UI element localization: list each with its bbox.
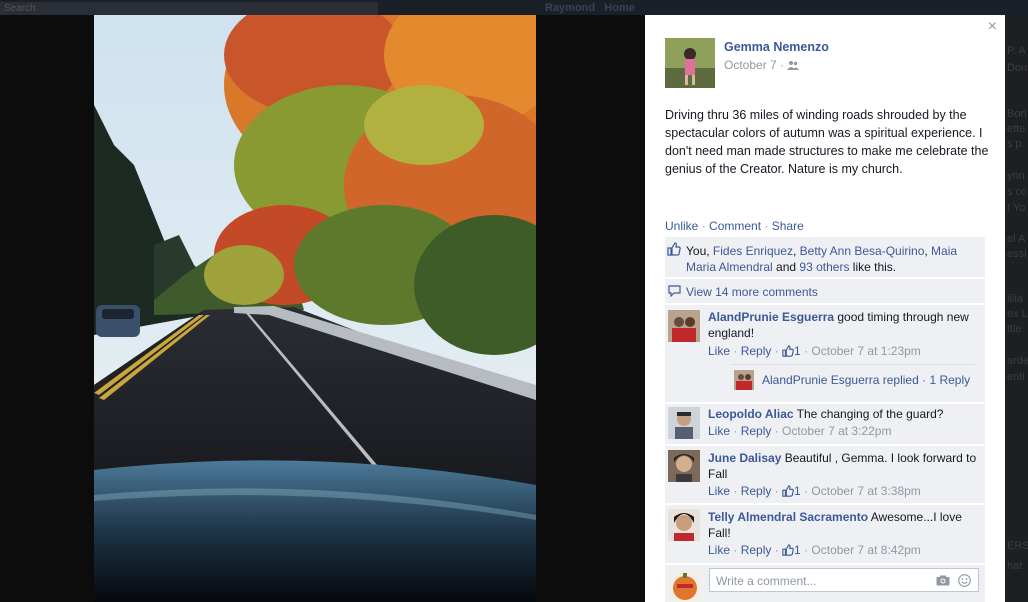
comment-text: The changing of the guard? xyxy=(793,407,944,421)
commenter-avatar[interactable] xyxy=(668,310,700,342)
post-author[interactable]: Gemma Nemenzo xyxy=(724,40,829,54)
thumbs-up-icon[interactable] xyxy=(782,544,794,556)
comment-time[interactable]: October 7 at 8:42pm xyxy=(811,543,920,557)
likes-and: and xyxy=(772,260,800,274)
comment-link[interactable]: Comment xyxy=(709,219,761,233)
comment-reply-link[interactable]: Reply xyxy=(741,543,772,557)
liker-link[interactable]: Fides Enriquez xyxy=(713,244,793,258)
emoji-icon[interactable] xyxy=(958,574,971,590)
camera-icon[interactable] xyxy=(936,575,950,589)
comment-item: AlandPrunie Esguerra good timing through… xyxy=(665,305,985,402)
commenter-avatar[interactable] xyxy=(668,450,700,482)
post-date: October 7 · xyxy=(724,58,800,72)
commenter-name[interactable]: AlandPrunie Esguerra xyxy=(708,310,834,324)
commenter-avatar[interactable] xyxy=(668,407,700,439)
background-right-column: P. A Don Bon ette s p ynn s co t Yo el Aessi … xyxy=(1005,15,1028,602)
background-search-text: Search xyxy=(4,3,36,14)
comment-meta: Like · Reply · 1 · October 7 at 1:23pm xyxy=(708,344,921,358)
comment-meta: Like · Reply · 1 · October 7 at 3:38pm xyxy=(708,484,921,498)
comment-time[interactable]: October 7 at 3:38pm xyxy=(811,484,920,498)
liker-link[interactable]: Betty Ann Besa-Quirino xyxy=(800,244,925,258)
commenter-avatar[interactable] xyxy=(668,509,700,541)
comment-like-link[interactable]: Like xyxy=(708,344,730,358)
write-comment-row: Write a comment... xyxy=(665,565,985,602)
comment-bubble-icon xyxy=(668,285,681,300)
commenter-name[interactable]: June Dalisay xyxy=(708,451,781,465)
background-nav-user: Raymond xyxy=(545,2,596,14)
comment-reply-link[interactable]: Reply xyxy=(741,344,772,358)
comment-reply-link[interactable]: Reply xyxy=(741,484,772,498)
friends-icon[interactable] xyxy=(787,60,800,70)
comment-input[interactable]: Write a comment... xyxy=(709,568,979,592)
comment-like-link[interactable]: Like xyxy=(708,424,730,438)
comment-input-placeholder: Write a comment... xyxy=(716,574,817,588)
post-text: Driving thru 36 miles of winding roads s… xyxy=(665,108,989,176)
replies-count[interactable]: 1 Reply xyxy=(929,373,970,387)
background-search-bar: Search xyxy=(0,2,378,15)
post-actions: Unlike · Comment · Share xyxy=(665,219,804,233)
comment-body: Telly Almendral Sacramento Awesome...I l… xyxy=(708,509,978,541)
likes-you: You, xyxy=(686,244,713,258)
post-photo[interactable] xyxy=(94,15,536,602)
comment-item: Telly Almendral Sacramento Awesome...I l… xyxy=(665,505,985,563)
likes-summary: You, Fides Enriquez, Betty Ann Besa-Quir… xyxy=(665,237,985,277)
likes-text: You, Fides Enriquez, Betty Ann Besa-Quir… xyxy=(686,243,976,275)
comment-item: June Dalisay Beautiful , Gemma. I look f… xyxy=(665,446,985,503)
action-separator: · xyxy=(764,219,769,233)
background-nav: Raymond Home xyxy=(545,2,635,14)
thumbs-up-icon xyxy=(667,242,681,259)
close-icon[interactable]: × xyxy=(988,18,997,36)
author-avatar[interactable] xyxy=(665,38,715,88)
comment-body: June Dalisay Beautiful , Gemma. I look f… xyxy=(708,450,978,482)
current-user-avatar xyxy=(669,569,701,601)
thumbs-up-icon[interactable] xyxy=(782,345,794,357)
comment-like-count[interactable]: 1 xyxy=(794,484,801,498)
post-date-text[interactable]: October 7 xyxy=(724,58,777,72)
likes-suffix: like this. xyxy=(849,260,897,274)
comment-body: AlandPrunie Esguerra good timing through… xyxy=(708,309,978,341)
comment-meta: Like · Reply · 1 · October 7 at 8:42pm xyxy=(708,543,921,557)
replies-sep: · xyxy=(918,373,930,387)
comment-body: Leopoldo Aliac The changing of the guard… xyxy=(708,406,978,422)
date-separator: · xyxy=(780,58,785,72)
view-more-comments[interactable]: View 14 more comments xyxy=(665,279,985,303)
comment-time[interactable]: October 7 at 1:23pm xyxy=(811,344,920,358)
share-link[interactable]: Share xyxy=(772,219,804,233)
post-panel: × Gemma Nemenzo October 7 · Driving thru… xyxy=(645,15,1005,602)
comment-item: Leopoldo Aliac The changing of the guard… xyxy=(665,404,985,444)
replies-summary[interactable]: AlandPrunie Esguerra replied · 1 Reply xyxy=(732,364,975,391)
likes-comma: , xyxy=(792,244,800,258)
action-separator: · xyxy=(701,219,706,233)
commenter-name[interactable]: Leopoldo Aliac xyxy=(708,407,794,421)
likes-others-link[interactable]: 93 others xyxy=(799,260,849,274)
comment-like-link[interactable]: Like xyxy=(708,484,730,498)
comment-meta: Like · Reply · October 7 at 3:22pm xyxy=(708,424,892,438)
thumbs-up-icon[interactable] xyxy=(782,485,794,497)
background-nav-home: Home xyxy=(604,2,635,14)
comment-like-link[interactable]: Like xyxy=(708,543,730,557)
comment-reply-link[interactable]: Reply xyxy=(741,424,772,438)
comment-like-count[interactable]: 1 xyxy=(794,344,801,358)
replier-avatar xyxy=(734,370,754,390)
comment-time[interactable]: October 7 at 3:22pm xyxy=(782,424,891,438)
commenter-name[interactable]: Telly Almendral Sacramento xyxy=(708,510,868,524)
comment-like-count[interactable]: 1 xyxy=(794,543,801,557)
unlike-link[interactable]: Unlike xyxy=(665,219,698,233)
replier-name[interactable]: AlandPrunie Esguerra replied xyxy=(762,373,919,387)
replies-text[interactable]: AlandPrunie Esguerra replied · 1 Reply xyxy=(762,373,970,387)
view-more-label[interactable]: View 14 more comments xyxy=(686,285,818,299)
